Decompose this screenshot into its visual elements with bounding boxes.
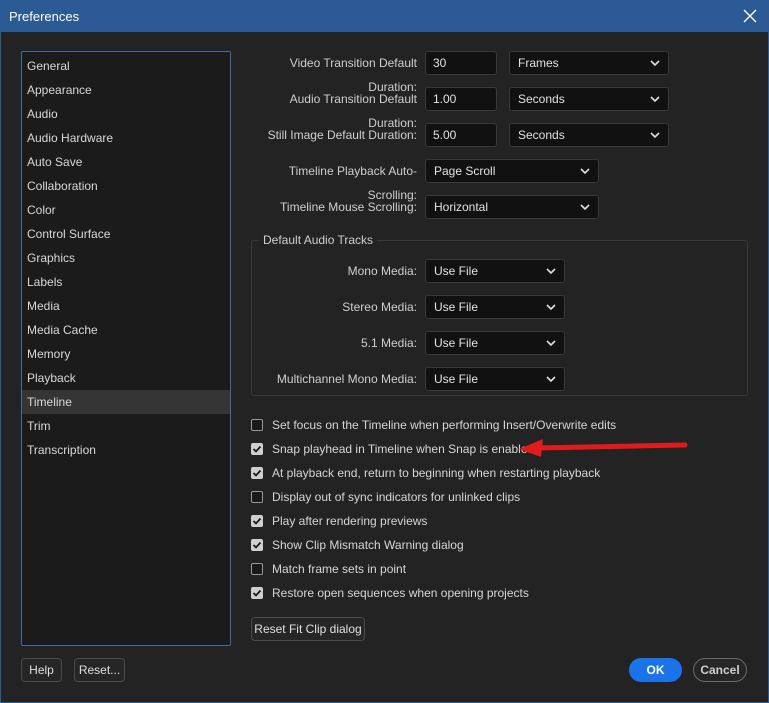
- option-label: Show Clip Mismatch Warning dialog: [272, 538, 464, 552]
- playback-auto-scroll-value: Page Scroll: [434, 164, 496, 178]
- checkbox-unchecked[interactable]: [251, 491, 263, 503]
- chevron-down-icon: [546, 268, 556, 275]
- multichannel-mono-media-select[interactable]: Use File: [425, 367, 565, 391]
- checkmark-icon: [252, 589, 262, 597]
- checkbox-checked[interactable]: [251, 587, 263, 599]
- sidebar-item-audio-hardware[interactable]: Audio Hardware: [22, 126, 230, 150]
- checkbox-checked[interactable]: [251, 539, 263, 551]
- audio-transition-duration-label: Audio Transition Default Duration:: [289, 92, 417, 130]
- mouse-scrolling-value: Horizontal: [434, 200, 489, 214]
- still-image-duration-input[interactable]: 5.00: [425, 123, 497, 147]
- mono-media-label: Mono Media:: [347, 264, 417, 278]
- chevron-down-icon: [650, 132, 660, 139]
- window-title: Preferences: [9, 8, 80, 24]
- five-one-media-label: 5.1 Media:: [360, 336, 417, 350]
- option-checkbox-row[interactable]: Play after rendering previews: [251, 512, 427, 530]
- five-one-media-value: Use File: [434, 336, 479, 350]
- sidebar-item-labels[interactable]: Labels: [22, 270, 230, 294]
- checkbox-checked[interactable]: [251, 467, 263, 479]
- mono-media-value: Use File: [434, 264, 479, 278]
- checkmark-icon: [252, 445, 262, 453]
- chevron-down-icon: [546, 376, 556, 383]
- sidebar-item-auto-save[interactable]: Auto Save: [22, 150, 230, 174]
- multichannel-mono-media-label: Multichannel Mono Media:: [276, 372, 417, 386]
- sidebar-item-transcription[interactable]: Transcription: [22, 438, 230, 462]
- sidebar-item-media-cache[interactable]: Media Cache: [22, 318, 230, 342]
- video-transition-duration-input[interactable]: 30: [425, 51, 497, 75]
- still-image-unit-value: Seconds: [518, 128, 565, 142]
- option-label: Snap playhead in Timeline when Snap is e…: [272, 442, 535, 456]
- checkbox-checked[interactable]: [251, 443, 263, 455]
- sidebar-item-graphics[interactable]: Graphics: [22, 246, 230, 270]
- sidebar-item-timeline[interactable]: Timeline: [22, 390, 230, 414]
- annotation-arrow-icon: [519, 439, 688, 457]
- sidebar-item-media[interactable]: Media: [22, 294, 230, 318]
- checkbox-unchecked[interactable]: [251, 419, 263, 431]
- option-checkbox-row[interactable]: Restore open sequences when opening proj…: [251, 584, 529, 602]
- checkmark-icon: [252, 517, 262, 525]
- option-label: Restore open sequences when opening proj…: [272, 586, 529, 600]
- ok-button[interactable]: OK: [629, 658, 682, 682]
- reset-button[interactable]: Reset...: [74, 658, 125, 682]
- mouse-scrolling-select[interactable]: Horizontal: [425, 195, 599, 219]
- sidebar-item-audio[interactable]: Audio: [22, 102, 230, 126]
- option-label: Set focus on the Timeline when performin…: [272, 418, 617, 432]
- checkmark-icon: [252, 541, 262, 549]
- option-checkbox-row[interactable]: At playback end, return to beginning whe…: [251, 464, 600, 482]
- sidebar-item-color[interactable]: Color: [22, 198, 230, 222]
- playback-auto-scroll-select[interactable]: Page Scroll: [425, 159, 599, 183]
- sidebar-item-memory[interactable]: Memory: [22, 342, 230, 366]
- close-button[interactable]: [740, 6, 760, 26]
- sidebar-item-collaboration[interactable]: Collaboration: [22, 174, 230, 198]
- stereo-media-value: Use File: [434, 300, 479, 314]
- video-transition-duration-label: Video Transition Default Duration:: [289, 56, 417, 94]
- five-one-media-select[interactable]: Use File: [425, 331, 565, 355]
- stereo-media-label: Stereo Media:: [342, 300, 417, 314]
- option-checkbox-row[interactable]: Set focus on the Timeline when performin…: [251, 416, 616, 434]
- chevron-down-icon: [650, 60, 660, 67]
- stereo-media-select[interactable]: Use File: [425, 295, 565, 319]
- option-label: Play after rendering previews: [272, 514, 428, 528]
- option-checkbox-row[interactable]: Snap playhead in Timeline when Snap is e…: [251, 440, 534, 458]
- chevron-down-icon: [650, 96, 660, 103]
- sidebar-item-playback[interactable]: Playback: [22, 366, 230, 390]
- still-image-unit-select[interactable]: Seconds: [509, 123, 669, 147]
- sidebar-item-appearance[interactable]: Appearance: [22, 78, 230, 102]
- still-image-duration-label: Still Image Default Duration:: [267, 128, 417, 142]
- chevron-down-icon: [546, 340, 556, 347]
- help-button[interactable]: Help: [21, 658, 62, 682]
- checkbox-checked[interactable]: [251, 515, 263, 527]
- chevron-down-icon: [580, 168, 590, 175]
- mouse-scrolling-label: Timeline Mouse Scrolling:: [280, 200, 417, 214]
- option-label: Display out of sync indicators for unlin…: [272, 490, 521, 504]
- cancel-button[interactable]: Cancel: [693, 658, 747, 682]
- sidebar-item-trim[interactable]: Trim: [22, 414, 230, 438]
- chevron-down-icon: [580, 204, 590, 211]
- audio-transition-unit-value: Seconds: [518, 92, 565, 106]
- multichannel-mono-media-value: Use File: [434, 372, 479, 386]
- title-bar: Preferences: [0, 0, 769, 32]
- video-transition-unit-value: Frames: [518, 56, 559, 70]
- sidebar-item-control-surface[interactable]: Control Surface: [22, 222, 230, 246]
- option-label: At playback end, return to beginning whe…: [272, 466, 601, 480]
- option-label: Match frame sets in point: [272, 562, 407, 576]
- audio-transition-duration-input[interactable]: 1.00: [425, 87, 497, 111]
- video-transition-unit-select[interactable]: Frames: [509, 51, 669, 75]
- preferences-category-list[interactable]: General Appearance Audio Audio Hardware Auto…: [21, 51, 231, 646]
- chevron-down-icon: [546, 304, 556, 311]
- playback-auto-scroll-label: Timeline Playback Auto-Scrolling:: [288, 164, 417, 202]
- option-checkbox-row[interactable]: Match frame sets in point: [251, 560, 406, 578]
- option-checkbox-row[interactable]: Display out of sync indicators for unlin…: [251, 488, 520, 506]
- checkmark-icon: [252, 469, 262, 477]
- reset-fit-clip-dialog-button[interactable]: Reset Fit Clip dialog: [251, 617, 365, 641]
- audio-transition-unit-select[interactable]: Seconds: [509, 87, 669, 111]
- sidebar-item-general[interactable]: General: [22, 54, 230, 78]
- option-checkbox-row[interactable]: Show Clip Mismatch Warning dialog: [251, 536, 464, 554]
- mono-media-select[interactable]: Use File: [425, 259, 565, 283]
- default-audio-tracks-legend: Default Audio Tracks: [259, 233, 378, 247]
- close-icon: [743, 9, 757, 23]
- checkbox-unchecked[interactable]: [251, 563, 263, 575]
